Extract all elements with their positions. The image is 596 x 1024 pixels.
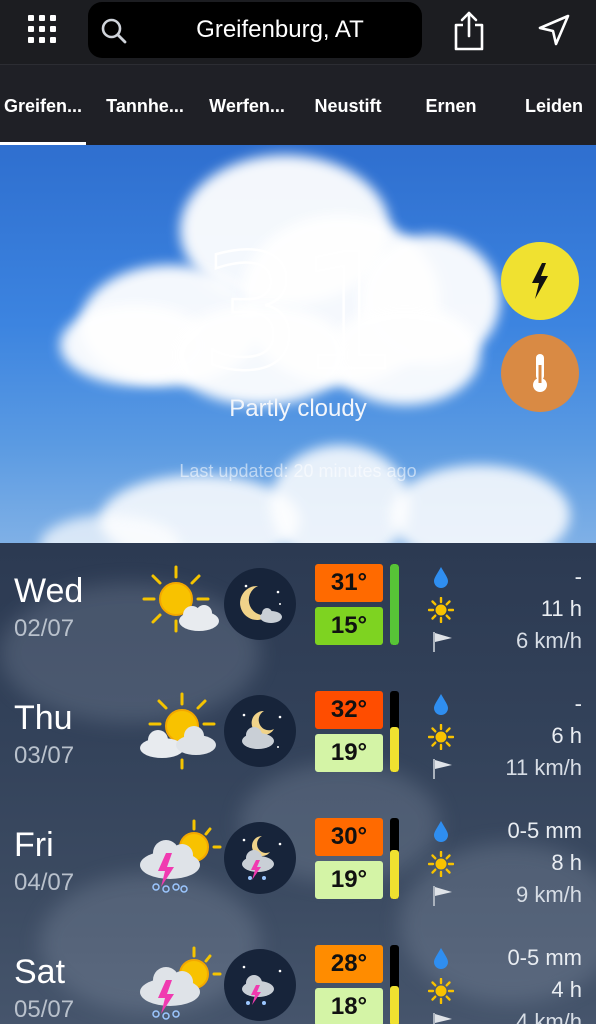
forecast-date: 03/07 — [14, 742, 75, 769]
wind-value: 9 km/h — [515, 882, 582, 907]
forecast-day: Sat — [14, 953, 66, 991]
precipitation-value: - — [574, 564, 582, 589]
location-arrow-icon[interactable] — [536, 12, 572, 48]
storm-button[interactable] — [501, 242, 579, 320]
low-temperature: 15° — [315, 607, 383, 645]
sunshine-value: 6 h — [551, 723, 582, 748]
wind-flag-icon — [433, 886, 452, 906]
wind-flag-icon — [433, 632, 452, 652]
sun-icon — [428, 597, 454, 623]
precipitation-value: 0-5 mm — [507, 818, 582, 843]
current-condition: Partly cloudy — [229, 395, 367, 422]
moon-cloud-icon — [224, 695, 296, 767]
wind-value: 4 km/h — [515, 1009, 582, 1024]
tab-ernen[interactable]: Ernen — [412, 65, 490, 145]
high-temperature: 30° — [315, 818, 383, 856]
temperature-bar — [390, 818, 399, 899]
raindrop-icon — [434, 694, 448, 715]
search-icon — [101, 18, 127, 44]
sunshine-value: 8 h — [551, 850, 582, 875]
sunshine-value: 11 h — [540, 596, 582, 621]
wind-flag-icon — [433, 759, 452, 779]
high-temperature: 32° — [315, 691, 383, 729]
location-tabs: Greifen... Tannhe... Werfen... Neustift … — [0, 64, 596, 145]
last-updated: Last updated: 20 minutes ago — [179, 461, 417, 481]
sunshine-value: 4 h — [551, 977, 582, 1002]
tab-greifenburg[interactable]: Greifen... — [0, 65, 86, 145]
lightning-icon — [532, 263, 548, 299]
high-temperature: 28° — [315, 945, 383, 983]
current-weather-panel: 31 Partly cloudy Last updated: 20 minute… — [0, 145, 596, 543]
raindrop-icon — [434, 567, 448, 588]
forecast-date: 05/07 — [14, 996, 75, 1023]
low-temperature: 19° — [315, 861, 383, 899]
low-temperature: 18° — [315, 988, 383, 1024]
forecast-day: Wed — [14, 572, 84, 610]
forecast-row-wed[interactable]: Wed 02/07 31° 15° - 11 h 6 km/h — [0, 543, 596, 670]
location-search-bar[interactable]: Greifenburg, AT — [88, 2, 422, 58]
precipitation-value: 0-5 mm — [507, 945, 582, 970]
sun-icon — [428, 978, 454, 1004]
thunderstorm-sun-icon — [140, 819, 222, 893]
share-icon[interactable] — [450, 10, 488, 52]
sun-clouds-icon — [140, 692, 216, 770]
forecast-row-sat[interactable]: Sat 05/07 28° 18° 0-5 mm 4 h 4 km/h — [0, 924, 596, 1024]
grid-icon[interactable] — [26, 13, 60, 47]
thermometer-icon — [533, 354, 547, 392]
wind-flag-icon — [433, 1013, 452, 1024]
tab-tannheim[interactable]: Tannhe... — [100, 65, 190, 145]
tab-leiden[interactable]: Leiden — [512, 65, 596, 145]
temperature-bar — [390, 691, 399, 772]
temperature-bar — [390, 945, 399, 1024]
daily-forecast-list: Wed 02/07 31° 15° - 11 h 6 km/h Thu 03/0… — [0, 543, 596, 1024]
high-temperature: 31° — [315, 564, 383, 602]
forecast-day: Fri — [14, 826, 54, 864]
temperature-bar — [390, 564, 399, 645]
low-temperature: 19° — [315, 734, 383, 772]
top-bar: Greifenburg, AT — [0, 0, 596, 64]
sun-cloud-icon — [142, 565, 219, 633]
raindrop-icon — [434, 821, 448, 842]
forecast-date: 02/07 — [14, 615, 75, 642]
tab-neustift[interactable]: Neustift — [304, 65, 392, 145]
wind-value: 6 km/h — [515, 628, 582, 653]
location-name: Greifenburg, AT — [196, 16, 364, 43]
temperature-bar-fill — [390, 850, 399, 899]
temperature-bar-fill — [390, 564, 399, 645]
thunderstorm-sun-icon — [140, 946, 222, 1020]
sky-cloud — [270, 445, 410, 543]
temperature-bar-fill — [390, 727, 399, 772]
thunderstorm-night-icon — [224, 949, 296, 1021]
moon-cloud-icon — [224, 568, 296, 640]
sun-icon — [428, 851, 454, 877]
raindrop-icon — [434, 948, 448, 969]
forecast-row-fri[interactable]: Fri 04/07 30° 19° 0-5 mm 8 h 9 km/h — [0, 797, 596, 924]
temperature-button[interactable] — [501, 334, 579, 412]
temperature-bar-fill — [390, 985, 399, 1024]
wind-value: 11 km/h — [505, 755, 582, 780]
forecast-date: 04/07 — [14, 869, 75, 896]
forecast-row-thu[interactable]: Thu 03/07 32° 19° - 6 h 11 km/h — [0, 670, 596, 797]
precipitation-value: - — [574, 691, 582, 716]
tab-werfen[interactable]: Werfen... — [202, 65, 292, 145]
forecast-day: Thu — [14, 699, 73, 737]
thunderstorm-night-icon — [224, 822, 296, 894]
sun-icon — [428, 724, 454, 750]
